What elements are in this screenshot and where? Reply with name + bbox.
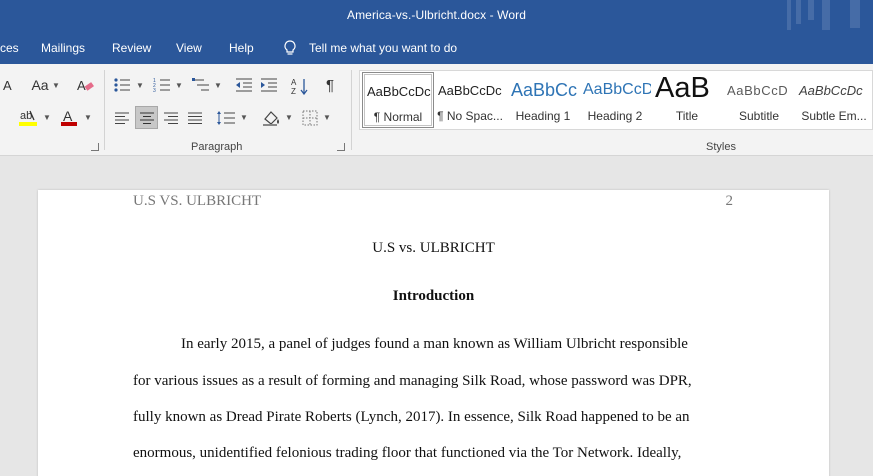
borders-icon[interactable] [300, 108, 320, 128]
style-sample: AaBbCcDc [799, 83, 863, 98]
svg-text:3: 3 [153, 88, 156, 93]
text-highlight-icon[interactable]: ab [18, 108, 40, 128]
chevron-down-icon[interactable]: ▼ [323, 113, 331, 122]
pilcrow-glyph: ¶ [325, 76, 335, 94]
group-separator [104, 70, 105, 150]
title-bar: America-vs.-Ulbricht.docx - Word [0, 0, 873, 32]
multilevel-list-icon[interactable] [191, 76, 211, 94]
style-normal[interactable]: AaBbCcDc ¶ Normal [362, 72, 434, 128]
document-title: U.S vs. ULBRICHT [372, 240, 495, 256]
chevron-down-icon[interactable]: ▼ [285, 113, 293, 122]
center-align-icon[interactable] [135, 106, 158, 129]
chevron-down-icon[interactable]: ▼ [43, 113, 51, 122]
svg-text:Z: Z [291, 87, 296, 95]
decrease-indent-icon[interactable] [234, 76, 254, 94]
align-left-icon[interactable] [112, 108, 132, 128]
line-spacing-icon[interactable] [215, 108, 237, 128]
paragraph-group-label: Paragraph [191, 141, 243, 153]
show-formatting-marks-icon[interactable]: ¶ [321, 76, 339, 94]
style-name: Subtle Em... [801, 109, 867, 123]
tab-review[interactable]: Review [112, 41, 151, 55]
ribbon-tabs: ces Mailings Review View Help Tell me wh… [0, 32, 873, 64]
chevron-down-icon[interactable]: ▼ [52, 81, 60, 90]
title-bar-decoration [822, 0, 830, 30]
style-subtle-emphasis[interactable]: AaBbCcDc Subtle Em... [795, 72, 873, 128]
svg-text:A: A [3, 78, 12, 92]
style-sample: AaBbCc [511, 80, 578, 100]
style-subtitle[interactable]: AaBbCcD Subtitle [723, 72, 795, 128]
style-title[interactable]: AaB Title [651, 72, 723, 128]
body-line: enormous, unidentified felonious trading… [133, 445, 682, 461]
chevron-down-icon[interactable]: ▼ [84, 113, 92, 122]
tell-me-search[interactable]: Tell me what you want to do [309, 41, 457, 55]
document-page[interactable]: U.S VS. ULBRICHT 2 U.S vs. ULBRICHT Intr… [38, 190, 829, 476]
sort-icon[interactable]: AZ [290, 76, 310, 96]
style-name: Title [675, 109, 699, 123]
change-case-label: Aa [31, 77, 49, 93]
style-name: ¶ No Spac... [437, 109, 503, 123]
lightbulb-icon[interactable] [283, 40, 297, 56]
chevron-down-icon[interactable]: ▼ [136, 81, 144, 90]
change-case-button[interactable]: Aa [30, 76, 50, 94]
tab-references[interactable]: ces [0, 41, 19, 55]
page-number: 2 [725, 193, 734, 209]
increase-indent-icon[interactable] [259, 76, 279, 94]
font-color-icon[interactable]: A [60, 108, 80, 128]
bullets-icon[interactable] [112, 76, 132, 94]
svg-text:A: A [291, 78, 297, 87]
style-sample: AaB [655, 72, 710, 104]
tab-view[interactable]: View [176, 41, 202, 55]
justify-icon[interactable] [185, 108, 205, 128]
style-sample: AaBbCcD [583, 81, 651, 98]
style-sample: AaBbCcD [727, 83, 789, 98]
style-name: Heading 2 [587, 109, 643, 123]
section-heading: Introduction [392, 288, 475, 304]
font-dialog-launcher[interactable] [91, 143, 99, 151]
style-heading-1[interactable]: AaBbCc Heading 1 [507, 72, 579, 128]
body-line: In early 2015, a panel of judges found a… [181, 336, 688, 352]
numbering-icon[interactable]: 123 [152, 76, 172, 94]
styles-group-label: Styles [706, 141, 736, 153]
title-bar-decoration [850, 0, 860, 28]
style-name: ¶ Normal [373, 110, 423, 124]
body-line: fully known as Dread Pirate Roberts (Lyn… [133, 409, 690, 425]
svg-text:A: A [77, 78, 86, 93]
title-bar-decoration [808, 0, 814, 20]
font-size-decrease-icon[interactable]: A [2, 77, 16, 93]
title-bar-decoration [787, 0, 791, 30]
svg-text:A: A [63, 108, 73, 124]
style-sample: AaBbCcDc [367, 84, 431, 99]
group-separator [351, 70, 352, 150]
chevron-down-icon[interactable]: ▼ [214, 81, 222, 90]
window-title: America-vs.-Ulbricht.docx - Word [346, 8, 526, 22]
style-no-spacing[interactable]: AaBbCcDc ¶ No Spac... [434, 72, 506, 128]
style-name: Heading 1 [515, 109, 571, 123]
body-line: for various issues as a result of formin… [133, 373, 692, 389]
clear-formatting-icon[interactable]: A [76, 76, 94, 94]
style-heading-2[interactable]: AaBbCcD Heading 2 [579, 72, 651, 128]
style-sample: AaBbCcDc [438, 83, 502, 98]
chevron-down-icon[interactable]: ▼ [175, 81, 183, 90]
paragraph-dialog-launcher[interactable] [337, 143, 345, 151]
tab-mailings[interactable]: Mailings [41, 41, 85, 55]
shading-icon[interactable] [260, 108, 282, 128]
running-head: U.S VS. ULBRICHT [133, 193, 262, 209]
style-name: Subtitle [738, 109, 780, 123]
title-bar-decoration [796, 0, 801, 24]
tab-help[interactable]: Help [229, 41, 254, 55]
align-right-icon[interactable] [161, 108, 181, 128]
chevron-down-icon[interactable]: ▼ [240, 113, 248, 122]
